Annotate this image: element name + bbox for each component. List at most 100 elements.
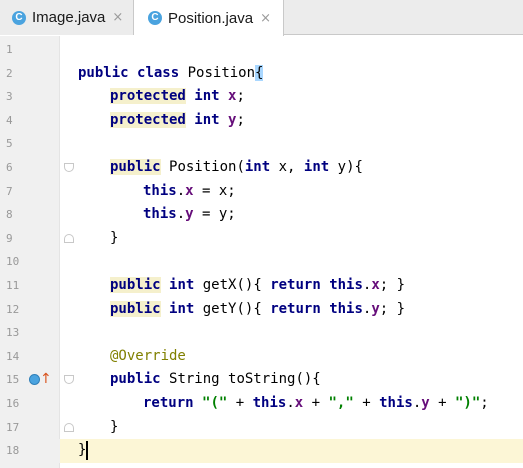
line-number: 8 xyxy=(6,208,13,222)
code-line[interactable]: 10 xyxy=(0,250,523,274)
code-line[interactable]: 8 this.y = y; xyxy=(0,203,523,227)
line-number: 17 xyxy=(6,420,20,434)
code-line[interactable]: 7 this.x = x; xyxy=(0,180,523,204)
punct-token: . xyxy=(286,395,295,411)
keyword-token: this xyxy=(379,395,413,411)
keyword-token: this xyxy=(329,300,363,317)
line-number: 14 xyxy=(6,349,20,363)
keyword-token: return xyxy=(270,300,321,317)
code-line[interactable]: 15 ↑ public String toString(){ xyxy=(0,368,523,392)
code-line[interactable]: 12 public int getY(){ return this.y; } xyxy=(0,298,523,322)
code-text: protected int x; xyxy=(110,85,245,109)
identifier-token: Position xyxy=(187,64,256,81)
brace-token: } xyxy=(78,442,87,459)
annotation-token: @Override xyxy=(110,347,186,364)
code-line[interactable]: 5 xyxy=(0,132,523,156)
line-number: 13 xyxy=(6,326,20,340)
java-class-icon: C xyxy=(12,10,26,25)
keyword-token: this xyxy=(329,277,363,293)
tab-image-java[interactable]: C Image.java × xyxy=(0,0,134,35)
line-number: 16 xyxy=(6,397,20,410)
keyword-token: int xyxy=(169,277,195,293)
line-number: 5 xyxy=(6,137,13,151)
operator-token: + xyxy=(353,395,380,411)
line-number: 10 xyxy=(6,255,20,269)
identifier-token: Position( xyxy=(169,159,245,175)
keyword-token: public xyxy=(110,159,161,175)
line-number: 9 xyxy=(6,231,13,245)
keyword-token: int xyxy=(194,111,220,128)
code-line[interactable]: 13 xyxy=(0,321,523,345)
punct-token: . xyxy=(412,395,422,411)
field-token: x xyxy=(185,182,194,199)
override-method-icon[interactable] xyxy=(29,374,40,386)
code-text: public Position(int x, int y){ xyxy=(110,156,363,180)
code-editor[interactable]: 1 2 public class Position{ 3 protected i… xyxy=(0,36,523,468)
close-icon[interactable]: × xyxy=(112,10,123,25)
field-token: x xyxy=(294,395,304,411)
current-code-line[interactable]: 18 } xyxy=(0,439,523,463)
code-text: public int getX(){ return this.x; } xyxy=(110,274,405,298)
identifier-token: = x; xyxy=(193,182,236,199)
punct-token: . xyxy=(176,206,186,223)
code-text: public class Position{ xyxy=(78,62,264,86)
fold-collapse-icon[interactable] xyxy=(64,163,74,172)
line-number: 2 xyxy=(6,66,13,80)
code-line[interactable]: 16 return "(" + this.x + "," + this.y + … xyxy=(0,392,523,416)
keyword-token: this xyxy=(143,206,177,223)
fold-end-icon[interactable] xyxy=(64,233,74,243)
code-line[interactable]: 14 @Override xyxy=(0,345,523,369)
field-token: x xyxy=(371,277,380,293)
up-arrow-icon[interactable]: ↑ xyxy=(40,372,52,386)
identifier-token: getX(){ xyxy=(202,277,271,293)
punct-token: ; xyxy=(236,111,245,128)
keyword-token: protected xyxy=(110,88,186,105)
code-text: this.y = y; xyxy=(143,203,236,227)
line-number: 11 xyxy=(6,279,20,292)
code-line[interactable]: 3 protected int x; xyxy=(0,85,523,109)
close-icon[interactable]: × xyxy=(260,11,271,26)
code-text: protected int y; xyxy=(110,109,245,133)
tab-label: Position.java xyxy=(168,9,254,27)
field-token: y xyxy=(421,395,430,411)
fold-end-icon[interactable] xyxy=(64,422,74,432)
operator-token: + xyxy=(429,395,455,411)
line-number: 18 xyxy=(6,444,20,458)
punct-token: ; xyxy=(480,395,489,411)
line-number: 15 xyxy=(6,373,20,387)
identifier-token: x, xyxy=(278,159,304,175)
identifier-token: String toString(){ xyxy=(169,371,321,388)
punct-token: ; } xyxy=(379,300,406,317)
line-number: 6 xyxy=(6,161,13,174)
code-text: public String toString(){ xyxy=(110,368,321,392)
text-caret xyxy=(86,440,89,460)
punct-token: ; xyxy=(236,88,245,105)
code-text: public int getY(){ return this.y; } xyxy=(110,298,405,322)
line-number: 1 xyxy=(6,43,13,56)
keyword-token: int xyxy=(244,159,271,175)
code-line[interactable]: 6 public Position(int x, int y){ xyxy=(0,156,523,180)
code-line[interactable]: 2 public class Position{ xyxy=(0,62,523,86)
tab-position-java[interactable]: C Position.java × xyxy=(134,0,284,36)
keyword-token: return xyxy=(270,277,321,293)
brace-token: } xyxy=(110,229,119,246)
identifier-token: = y; xyxy=(193,206,236,223)
code-line[interactable]: 4 protected int y; xyxy=(0,109,523,133)
brace-token: { xyxy=(255,64,264,81)
code-line[interactable]: 11 public int getX(){ return this.x; } xyxy=(0,274,523,298)
punct-token: ; } xyxy=(379,277,406,293)
fold-collapse-icon[interactable] xyxy=(64,375,74,385)
keyword-token: this xyxy=(143,182,177,199)
code-line[interactable]: 1 xyxy=(0,38,523,62)
line-number: 3 xyxy=(6,90,13,104)
java-class-icon: C xyxy=(148,11,162,25)
keyword-token: int xyxy=(303,159,330,175)
line-number: 4 xyxy=(6,113,13,127)
code-text: this.x = x; xyxy=(143,180,236,204)
code-text: return "(" + this.x + "," + this.y + ")"… xyxy=(143,392,489,416)
code-line[interactable]: 17 } xyxy=(0,416,523,440)
code-line[interactable]: 9 } xyxy=(0,227,523,251)
keyword-token: class xyxy=(137,64,180,81)
brace-token: } xyxy=(110,418,119,435)
punct-token: . xyxy=(176,182,186,199)
